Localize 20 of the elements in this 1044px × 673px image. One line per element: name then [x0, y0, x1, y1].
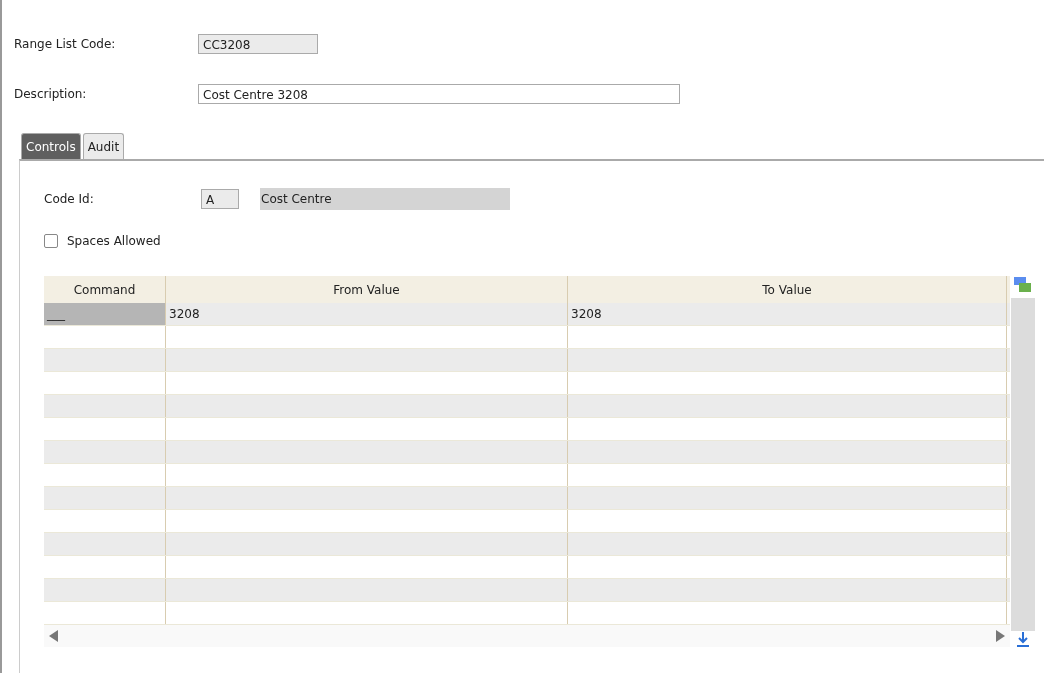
tab[interactable]: Audit	[82, 133, 125, 159]
scroll-left-icon[interactable]	[49, 630, 58, 642]
download-icon[interactable]	[1016, 631, 1030, 647]
table-cell: ___	[44, 303, 166, 325]
field-label: Range List Code:	[14, 37, 117, 51]
field-label: Code Id:	[44, 192, 95, 206]
table-cell: 3208	[568, 303, 1007, 325]
grid-layout-icon[interactable]	[1013, 276, 1033, 294]
text-field[interactable]: Cost Centre 3208	[198, 84, 680, 104]
horizontal-scrollbar[interactable]	[44, 625, 1010, 647]
text-field[interactable]: A	[201, 189, 239, 209]
vertical-scrollbar[interactable]	[1011, 298, 1035, 631]
scroll-right-icon[interactable]	[996, 630, 1005, 642]
checkbox[interactable]	[44, 234, 58, 248]
description-field: Cost Centre	[260, 188, 510, 210]
tab[interactable]: Controls	[21, 133, 81, 159]
field-label: Description:	[14, 87, 88, 101]
table-cell: 3208	[166, 303, 568, 325]
checkbox-label: Spaces Allowed	[67, 234, 161, 248]
text-field[interactable]: CC3208	[198, 34, 318, 54]
